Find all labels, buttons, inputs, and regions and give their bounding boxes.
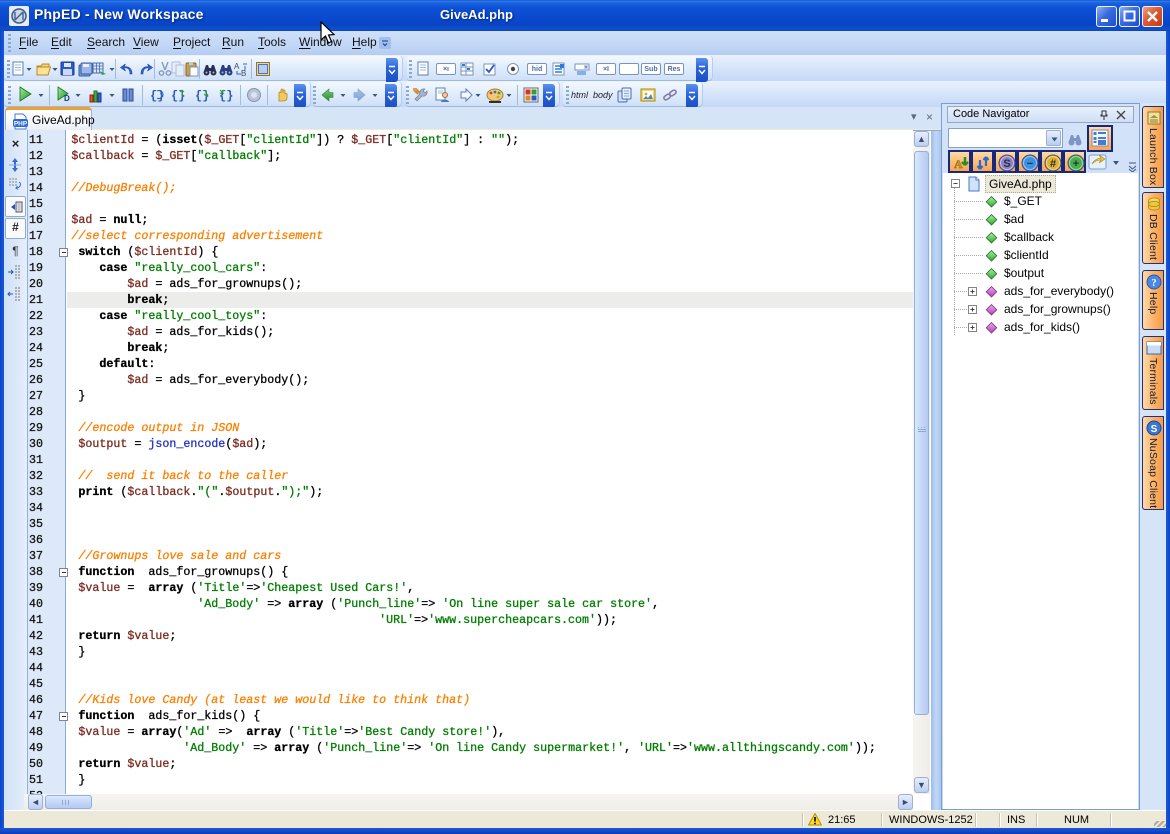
svg-text:+: + (1073, 158, 1079, 170)
svg-text:A: A (954, 157, 963, 171)
svg-text:B: B (241, 69, 246, 77)
svg-text:#: # (1050, 158, 1056, 170)
svg-text:{}: {} (195, 89, 209, 103)
svg-text:PHP: PHP (14, 121, 28, 128)
svg-text:D: D (64, 94, 70, 103)
svg-text:?: ? (1152, 278, 1157, 289)
svg-text:S: S (1003, 158, 1010, 170)
svg-text:A: A (234, 62, 240, 71)
svg-text:−: − (1027, 158, 1033, 170)
svg-text:S: S (1151, 424, 1158, 435)
